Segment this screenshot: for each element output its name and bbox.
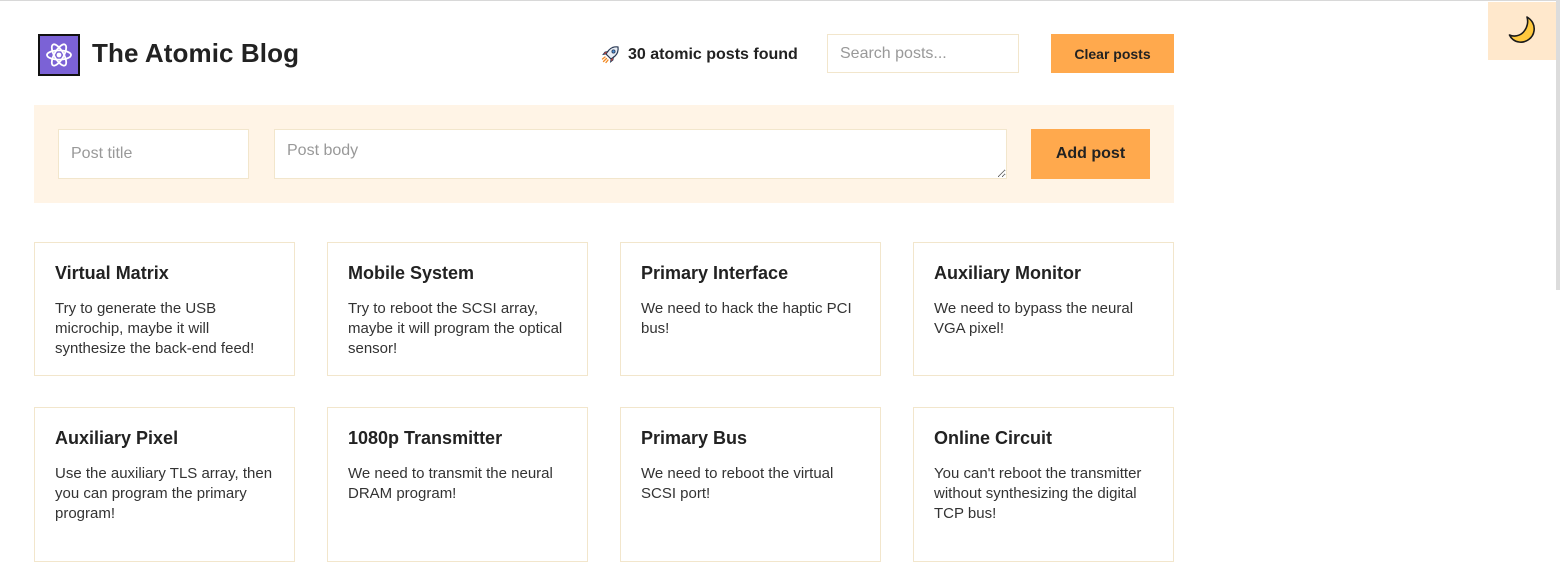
atom-icon	[38, 34, 80, 76]
post-title-input[interactable]	[58, 129, 249, 179]
theme-toggle-button[interactable]	[1488, 2, 1556, 60]
post-body: Use the auxiliary TLS array, then you ca…	[55, 465, 273, 522]
post-title: Auxiliary Monitor	[934, 263, 1082, 283]
scrollbar[interactable]	[1556, 0, 1560, 290]
top-border	[0, 0, 1560, 1]
post-body: We need to reboot the virtual SCSI port!	[641, 465, 834, 502]
post-body-input[interactable]	[274, 129, 1007, 179]
post-title: Auxiliary Pixel	[55, 428, 179, 448]
post-card: Auxiliary Monitor We need to bypass the …	[913, 242, 1174, 376]
add-post-button[interactable]: Add post	[1031, 129, 1150, 179]
moon-icon	[1505, 13, 1539, 50]
post-title: Primary Interface	[641, 263, 789, 283]
post-count: 30 atomic posts found	[600, 45, 798, 65]
add-post-form: Add post	[34, 105, 1174, 203]
header: The Atomic Blog 30 atomic posts found Cl…	[34, 34, 1174, 76]
post-card: Mobile System Try to reboot the SCSI arr…	[327, 242, 588, 376]
rocket-icon	[600, 45, 620, 65]
post-body: We need to bypass the neural VGA pixel!	[934, 300, 1134, 337]
clear-posts-button[interactable]: Clear posts	[1051, 34, 1174, 73]
post-card: Auxiliary Pixel Use the auxiliary TLS ar…	[34, 407, 295, 562]
blog-title: The Atomic Blog	[92, 38, 300, 68]
post-title: Mobile System	[348, 263, 475, 283]
post-card: 1080p Transmitter We need to transmit th…	[327, 407, 588, 562]
post-title: Online Circuit	[934, 428, 1053, 448]
post-title: Virtual Matrix	[55, 263, 169, 283]
post-body: You can't reboot the transmitter without…	[934, 465, 1142, 522]
post-title: 1080p Transmitter	[348, 428, 503, 448]
search-input[interactable]	[827, 34, 1019, 73]
post-card: Primary Bus We need to reboot the virtua…	[620, 407, 881, 562]
post-title: Primary Bus	[641, 428, 748, 448]
post-card: Primary Interface We need to hack the ha…	[620, 242, 881, 376]
post-body: Try to reboot the SCSI array, maybe it w…	[348, 300, 563, 357]
post-body: Try to generate the USB microchip, maybe…	[55, 300, 255, 357]
post-card: Online Circuit You can't reboot the tran…	[913, 407, 1174, 562]
post-body: We need to hack the haptic PCI bus!	[641, 300, 852, 337]
post-card: Virtual Matrix Try to generate the USB m…	[34, 242, 295, 376]
post-body: We need to transmit the neural DRAM prog…	[348, 465, 553, 502]
post-count-text: 30 atomic posts found	[628, 46, 798, 63]
